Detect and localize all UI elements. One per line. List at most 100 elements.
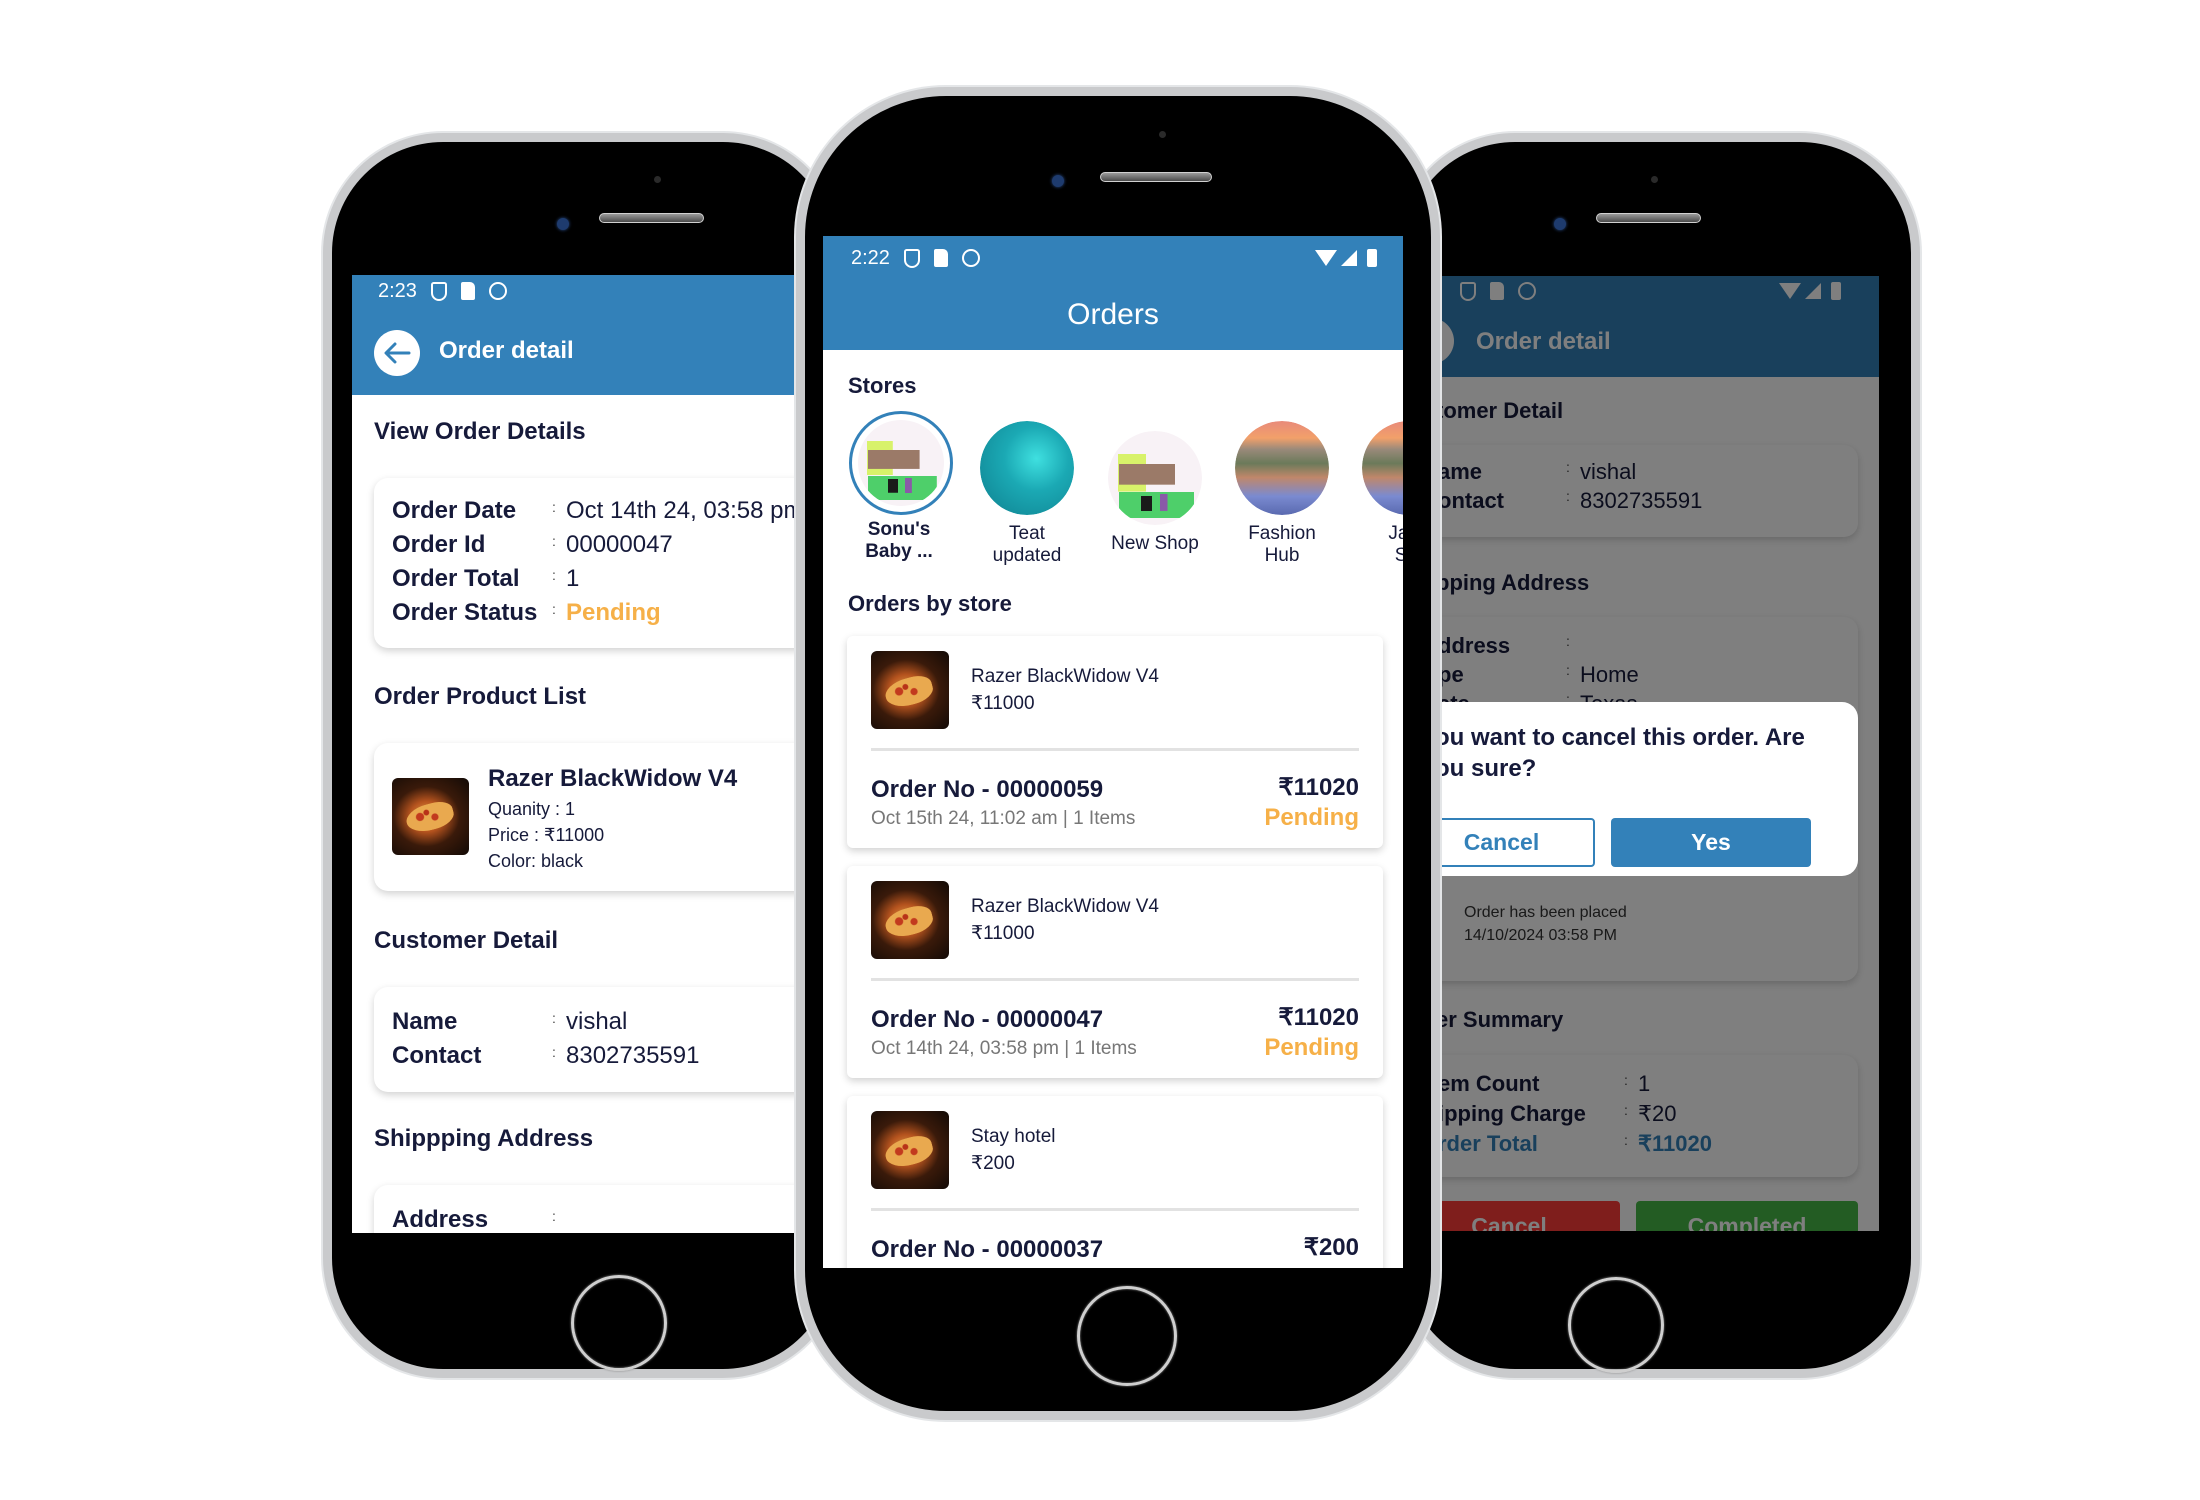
- dialog-message: ou want to cancel this order. Are ou sur…: [1438, 722, 1805, 784]
- order-total: ₹11020: [1278, 1004, 1359, 1031]
- order-total: ₹200: [1303, 1234, 1359, 1261]
- customer-value: vishal: [566, 1008, 628, 1035]
- store-avatar: [1235, 421, 1329, 515]
- detail-label: Order Status: [392, 599, 538, 626]
- detail-label: Order Date: [392, 497, 517, 524]
- stores-carousel[interactable]: Sonu's Baby ... Teat updated New Shop Fa…: [823, 411, 1403, 571]
- order-date: Oct 15th 24, 11:02 am | 1 Items: [871, 808, 1136, 829]
- store-name: Sto: [1394, 545, 1403, 566]
- status-time: 2:22: [851, 246, 890, 269]
- page-title: Orders: [1067, 298, 1159, 331]
- product-image: [871, 881, 949, 959]
- store-name: Fashion: [1248, 523, 1316, 544]
- store-image: [858, 420, 944, 506]
- shield-icon: [430, 281, 447, 301]
- dialog-cancel-button[interactable]: Cancel: [1438, 818, 1595, 867]
- status-bar: 2:23: [352, 275, 798, 307]
- front-camera: [1052, 175, 1064, 187]
- dialog-yes-button[interactable]: Yes: [1611, 818, 1811, 867]
- detail-value: 00000047: [566, 531, 673, 558]
- separator: :: [552, 601, 556, 617]
- divider: [871, 978, 1359, 981]
- address-row: Address :: [392, 1203, 798, 1233]
- order-card[interactable]: Razer BlackWidow V4 ₹11000 Order No - 00…: [847, 636, 1383, 848]
- earpiece-speaker: [1100, 172, 1212, 182]
- order-card[interactable]: Razer BlackWidow V4 ₹11000 Order No - 00…: [847, 866, 1383, 1078]
- separator: :: [552, 533, 556, 549]
- store-image: [1108, 431, 1202, 525]
- store-item[interactable]: Teat updated: [977, 421, 1077, 567]
- product-color: Color: black: [488, 851, 584, 871]
- store-item[interactable]: Sonu's Baby ...: [849, 411, 953, 563]
- store-avatar: [1108, 431, 1202, 525]
- home-button[interactable]: [1568, 1277, 1664, 1373]
- product-card[interactable]: Razer BlackWidow V4 Quanity : 1 Price : …: [374, 743, 798, 891]
- store-name: Teat: [1009, 523, 1045, 544]
- store-item[interactable]: Fashion Hub: [1232, 421, 1332, 567]
- order-number: Order No - 00000047: [871, 1006, 1104, 1033]
- proximity-sensor: [1159, 131, 1166, 138]
- store-name: Hub: [1264, 545, 1300, 566]
- product-price: ₹200: [971, 1153, 1015, 1174]
- front-camera: [1554, 218, 1566, 230]
- dialog-message-line: ou sure?: [1438, 755, 1537, 782]
- section-title-shipping-address: Shippping Address: [374, 1125, 594, 1152]
- product-name: Razer BlackWidow V4: [488, 765, 738, 792]
- separator: :: [552, 567, 556, 583]
- section-title-view-order-details: View Order Details: [374, 418, 586, 445]
- arrow-left-icon: [384, 342, 411, 364]
- earpiece-speaker: [599, 213, 704, 223]
- separator: :: [552, 499, 556, 515]
- home-button[interactable]: [571, 1275, 667, 1371]
- store-name: updated: [992, 545, 1062, 566]
- store-item[interactable]: New Shop: [1100, 431, 1210, 555]
- section-title-stores: Stores: [848, 373, 917, 398]
- order-date: Oct 14th 24, 03:58 pm | 1 Items: [871, 1038, 1137, 1059]
- product-image: [871, 651, 949, 729]
- detail-row: Order Total : 1: [392, 562, 798, 596]
- back-button[interactable]: [374, 330, 420, 376]
- signal-icon: [1341, 250, 1357, 266]
- app-bar: Orders: [823, 280, 1403, 350]
- app-bar: Order detail: [352, 307, 798, 395]
- store-image: [980, 421, 1074, 515]
- front-camera: [557, 218, 569, 230]
- store-item[interactable]: Jagd Sto: [1359, 421, 1403, 567]
- shield-icon: [903, 248, 920, 268]
- store-avatar: [1362, 421, 1403, 515]
- product-name: Razer BlackWidow V4: [971, 896, 1159, 917]
- wifi-icon: [1315, 250, 1337, 266]
- address-label: Address: [392, 1206, 489, 1233]
- app-notification-icon: [961, 249, 980, 267]
- store-avatar: [849, 411, 953, 515]
- separator: :: [552, 1010, 556, 1026]
- dialog-message-line: ou want to cancel this order. Are: [1438, 724, 1805, 751]
- product-price: ₹11000: [971, 923, 1035, 944]
- detail-row: Order Id : 00000047: [392, 528, 798, 562]
- store-name: New Shop: [1111, 533, 1199, 554]
- customer-list: Name : vishal Contact : 8302735591: [392, 1005, 798, 1073]
- detail-value: Oct 14th 24, 03:58 pm: [566, 497, 798, 524]
- order-card[interactable]: Stay hotel ₹200 Order No - 00000037 ₹200: [847, 1096, 1383, 1268]
- proximity-sensor: [1651, 176, 1658, 183]
- order-number: Order No - 00000059: [871, 776, 1104, 803]
- customer-value: 8302735591: [566, 1042, 700, 1069]
- detail-label: Order Total: [392, 565, 520, 592]
- divider: [871, 1208, 1359, 1211]
- center-screen: 2:22 Orders Stores Sonu's Baby ... Teat …: [823, 236, 1403, 1268]
- product-price: Price : ₹11000: [488, 825, 605, 845]
- status-time: 2:23: [378, 279, 417, 302]
- product-price: ₹11000: [971, 693, 1035, 714]
- right-screen: Order detail tomer Detail ame : vishal o…: [1438, 276, 1879, 1231]
- detail-label: Order Id: [392, 531, 486, 558]
- detail-row: Order Date : Oct 14th 24, 03:58 pm: [392, 494, 798, 528]
- detail-row: Order Status : Pending: [392, 596, 798, 630]
- sd-card-icon: [933, 249, 948, 267]
- detail-value: 1: [566, 565, 580, 592]
- store-image: [1362, 421, 1403, 515]
- home-button[interactable]: [1077, 1286, 1177, 1386]
- divider: [871, 748, 1359, 751]
- proximity-sensor: [654, 176, 661, 183]
- order-details-card: Order Date : Oct 14th 24, 03:58 pm Order…: [374, 478, 798, 648]
- customer-card: Name : vishal Contact : 8302735591: [374, 987, 798, 1092]
